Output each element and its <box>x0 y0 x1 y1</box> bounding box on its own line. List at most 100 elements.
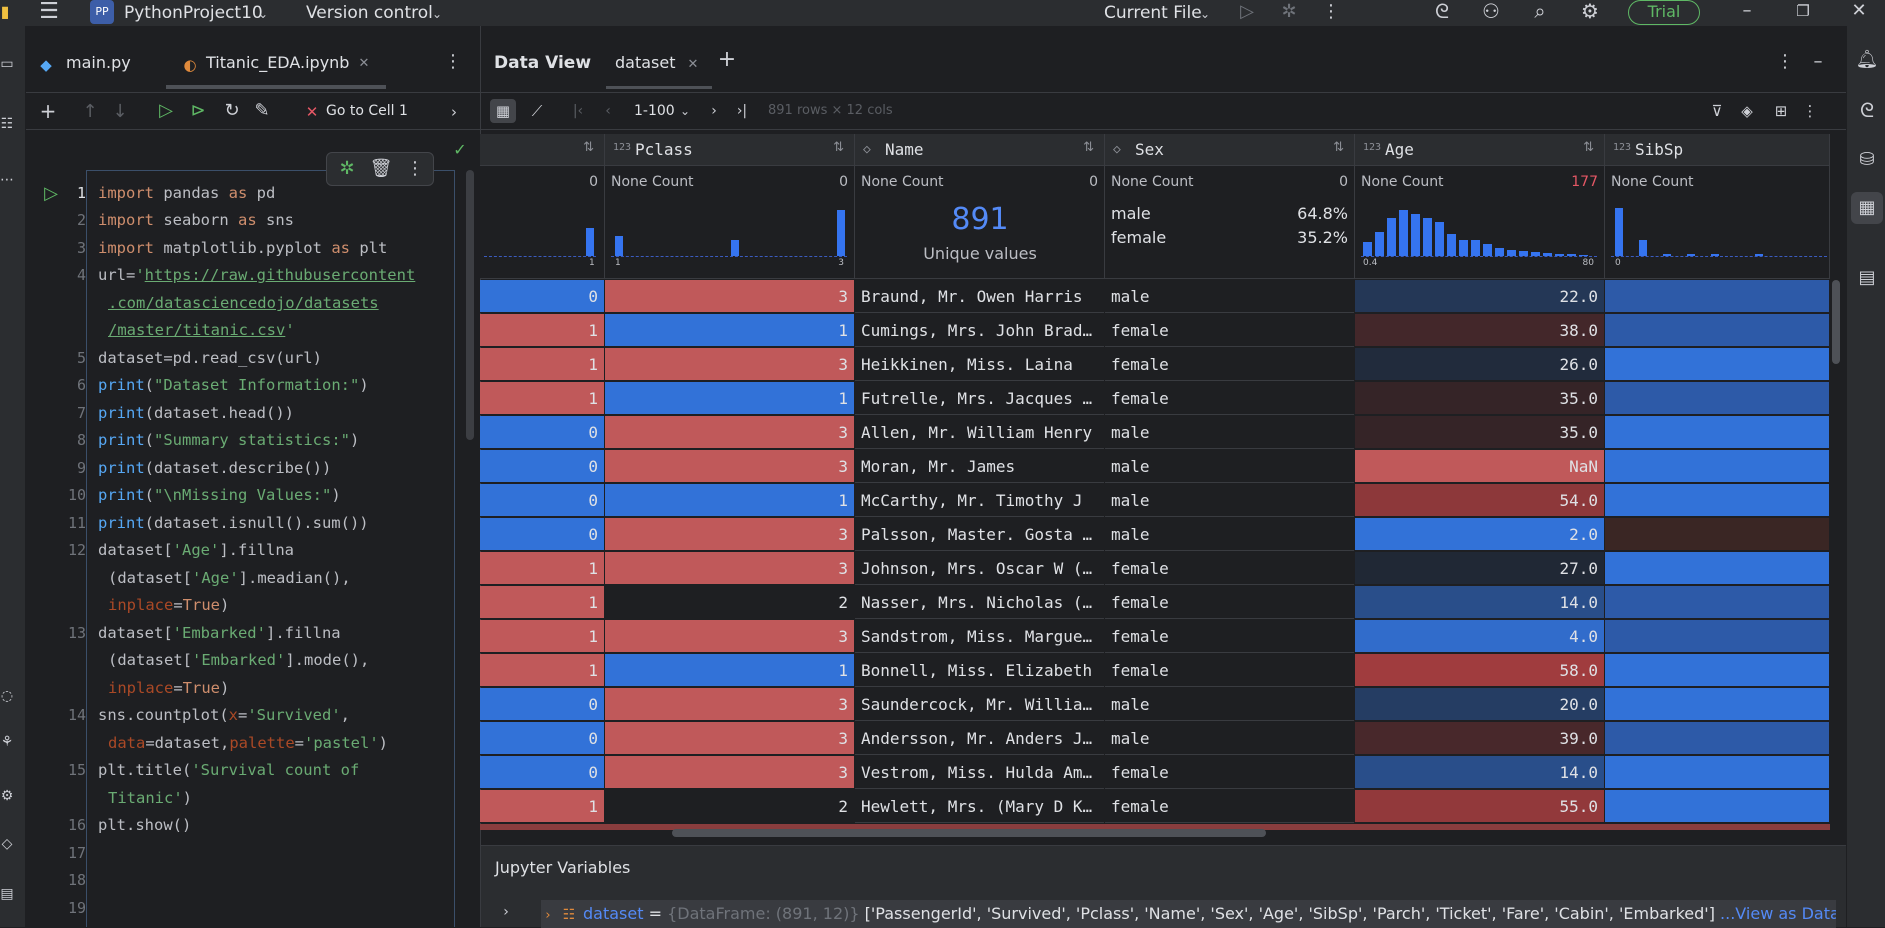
cell-survived[interactable]: 0 <box>480 518 604 551</box>
code-line-wrap[interactable]: Titanic') <box>108 789 192 807</box>
cell-sibsp[interactable] <box>1605 688 1829 721</box>
problems-icon[interactable]: ◇ <box>0 834 14 854</box>
editor-more-icon[interactable]: ⋮ <box>444 52 462 72</box>
code-line[interactable]: import matplotlib.pyplot as plt <box>98 239 387 257</box>
cell-survived[interactable]: 0 <box>480 688 604 721</box>
cell-sex[interactable]: female <box>1105 654 1354 687</box>
restore-icon[interactable]: ❐ <box>1792 1 1814 21</box>
add-cell-icon[interactable]: + <box>38 101 58 121</box>
code-line[interactable]: dataset=pd.read_csv(url) <box>98 349 322 367</box>
cell-name[interactable]: McCarthy, Mr. Timothy J <box>855 484 1104 517</box>
cell-sex[interactable]: male <box>1105 280 1354 313</box>
panel-more-icon[interactable]: ⋮ <box>1776 52 1794 72</box>
goto-cell-button[interactable]: Go to Cell 1 <box>326 103 408 119</box>
cell-survived[interactable]: 1 <box>480 382 604 415</box>
table-row[interactable]: 0 1 McCarthy, Mr. Timothy Jmale 54.0 <box>480 484 1830 518</box>
cell-age[interactable]: 35.0 <box>1355 382 1604 415</box>
code-line[interactable]: print("\nMissing Values:") <box>98 486 341 504</box>
table-row[interactable]: 0 3 Braund, Mr. Owen Harris male 22.0 <box>480 280 1830 314</box>
ai-assistant-icon[interactable]: ᘓ <box>1430 1 1454 21</box>
code-line-wrap[interactable]: (dataset['Embarked'].mode(), <box>108 651 369 669</box>
cell-sibsp[interactable] <box>1605 450 1829 483</box>
cell-name[interactable]: Futrelle, Mrs. Jacques … <box>855 382 1104 415</box>
cell-pclass[interactable]: 3 <box>605 416 854 449</box>
cell-age[interactable]: 39.0 <box>1355 722 1604 755</box>
cell-sex[interactable]: female <box>1105 756 1354 789</box>
close-window-icon[interactable]: ✕ <box>1848 1 1870 21</box>
more-tools-icon[interactable]: ⋯ <box>0 170 14 190</box>
cell-sibsp[interactable] <box>1605 722 1829 755</box>
cell-sex[interactable]: male <box>1105 450 1354 483</box>
tab-main-py[interactable]: main.py <box>66 53 131 72</box>
first-page-icon[interactable]: |‹ <box>570 101 586 121</box>
next-page-icon[interactable]: › <box>706 101 722 121</box>
services-icon[interactable]: ⚙ <box>0 786 14 806</box>
cell-age[interactable]: 38.0 <box>1355 314 1604 347</box>
table-row[interactable]: 1 1 Futrelle, Mrs. Jacques … female 35.0 <box>480 382 1830 416</box>
column-header-pclass[interactable]: 123 Pclass ⇅ <box>605 134 855 166</box>
cell-sibsp[interactable] <box>1605 654 1829 687</box>
cell-age[interactable]: 4.0 <box>1355 620 1604 653</box>
cell-sibsp[interactable] <box>1605 416 1829 449</box>
code-line[interactable]: dataset['Embarked'].fillna <box>98 624 341 642</box>
table-row[interactable]: 1 1 Cumings, Mrs. John Brad… female 38.0 <box>480 314 1830 348</box>
code-line-wrap[interactable]: data=dataset,palette='pastel') <box>108 734 388 752</box>
move-down-icon[interactable]: ↓ <box>112 102 128 122</box>
chevron-down-icon[interactable]: ⌄ <box>1198 4 1212 24</box>
database-icon[interactable]: ⛁ <box>1855 150 1879 170</box>
code-line-wrap[interactable]: /master/titanic.csv' <box>108 321 295 339</box>
cell-sibsp[interactable] <box>1605 348 1829 381</box>
cell-age[interactable]: 54.0 <box>1355 484 1604 517</box>
cell-age[interactable]: 22.0 <box>1355 280 1604 313</box>
chevron-down-icon[interactable]: ⌄ <box>678 101 692 121</box>
jupyter-variables-icon[interactable]: ▤ <box>1855 268 1879 288</box>
cell-pclass[interactable]: 3 <box>605 620 854 653</box>
cell-sex[interactable]: female <box>1105 348 1354 381</box>
cell-age[interactable]: NaN <box>1355 450 1604 483</box>
cell-pclass[interactable]: 3 <box>605 450 854 483</box>
page-range-select[interactable]: 1-100 <box>634 103 675 119</box>
cell-sibsp[interactable] <box>1605 620 1829 653</box>
cell-pclass[interactable]: 1 <box>605 314 854 347</box>
cell-name[interactable]: Braund, Mr. Owen Harris <box>855 280 1104 313</box>
table-row[interactable]: 0 3 Palsson, Master. Gosta … male 2.0 <box>480 518 1830 552</box>
cell-name[interactable]: Palsson, Master. Gosta … <box>855 518 1104 551</box>
cell-sex[interactable]: female <box>1105 552 1354 585</box>
cell-survived[interactable]: 0 <box>480 484 604 517</box>
cell-name[interactable]: Bonnell, Miss. Elizabeth <box>855 654 1104 687</box>
cell-age[interactable]: 58.0 <box>1355 654 1604 687</box>
column-header-sex[interactable]: ◇ Sex ⇅ <box>1105 134 1355 166</box>
table-row[interactable]: 1 2 Nasser, Mrs. Nicholas (… female 14.0 <box>480 586 1830 620</box>
cell-name[interactable]: Moran, Mr. James <box>855 450 1104 483</box>
cell-age[interactable]: 2.0 <box>1355 518 1604 551</box>
cell-age[interactable]: 27.0 <box>1355 552 1604 585</box>
cell-sex[interactable]: male <box>1105 518 1354 551</box>
column-header-sibsp[interactable]: 123 SibSp <box>1605 134 1830 166</box>
variable-row[interactable]: › ☷ dataset = {DataFrame: (891, 12)} ['Pas… <box>541 900 1836 928</box>
project-name[interactable]: PythonProject10 <box>124 3 263 23</box>
cell-age[interactable]: 14.0 <box>1355 586 1604 619</box>
ai-assistant-icon[interactable]: ᘓ <box>1855 100 1879 120</box>
cell-survived[interactable]: 1 <box>480 620 604 653</box>
terminal-icon[interactable]: ▤ <box>0 884 14 904</box>
table-row[interactable]: 0 3 Allen, Mr. William Henry male 35.0 <box>480 416 1830 450</box>
cell-survived[interactable]: 1 <box>480 348 604 381</box>
cell-more-icon[interactable]: ⋮ <box>403 159 427 179</box>
cell-sibsp[interactable] <box>1605 484 1829 517</box>
close-tab-icon[interactable]: ✕ <box>686 55 700 75</box>
cell-sex[interactable]: female <box>1105 314 1354 347</box>
code-line[interactable]: plt.show() <box>98 816 191 834</box>
code-line[interactable]: print(dataset.describe()) <box>98 459 331 477</box>
run-cell-icon[interactable]: ▷ <box>156 101 176 121</box>
cell-name[interactable]: Johnson, Mrs. Oscar W (… <box>855 552 1104 585</box>
code-line[interactable]: plt.title('Survival count of <box>98 761 359 779</box>
code-line[interactable]: import pandas as pd <box>98 184 275 202</box>
code-line[interactable]: sns.countplot(x='Survived', <box>98 706 350 724</box>
search-icon[interactable]: ⌕ <box>1528 1 1552 21</box>
run-all-icon[interactable]: ⊳ <box>188 101 208 121</box>
minimize-icon[interactable]: – <box>1736 1 1758 21</box>
column-header-survived[interactable]: ⇅ <box>480 134 605 166</box>
code-line[interactable]: url='https://raw.githubusercontent <box>98 266 415 284</box>
last-page-icon[interactable]: ›| <box>734 101 750 121</box>
code-line-wrap[interactable]: inplace=True) <box>108 596 229 614</box>
